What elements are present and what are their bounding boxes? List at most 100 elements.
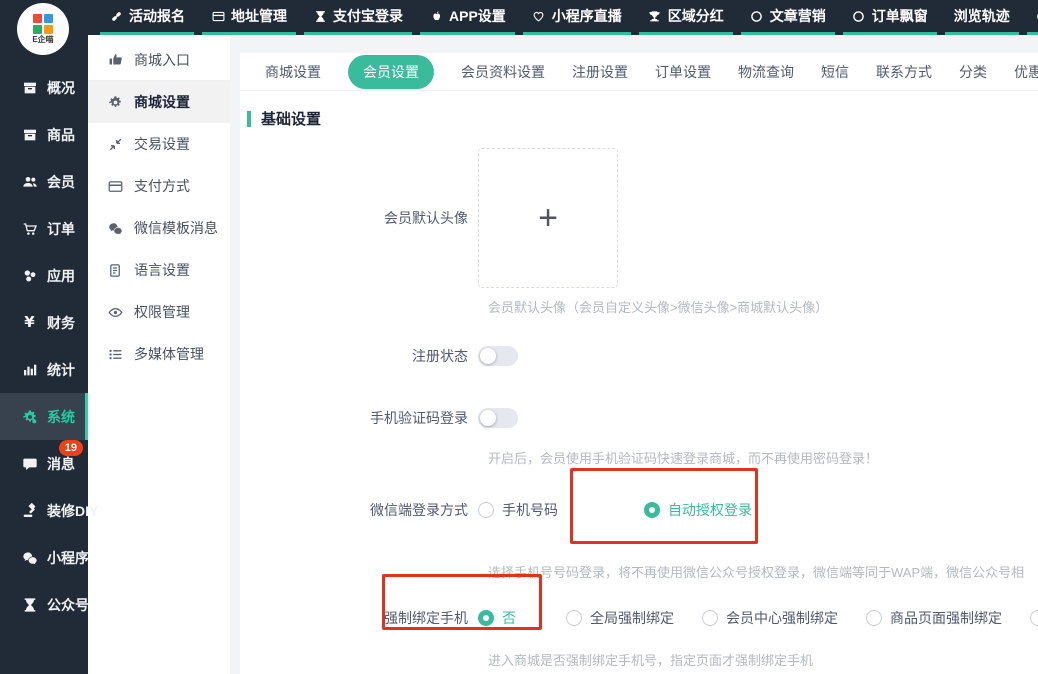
radio-phone-number[interactable]: 手机号码 xyxy=(478,500,558,520)
wechat-icon xyxy=(21,549,38,566)
subnav-item-label: 商城设置 xyxy=(134,92,190,112)
brand-logo-mark-icon xyxy=(33,14,53,34)
topnav-item-label: 文章营销 xyxy=(770,6,826,26)
topnav-item-alipay-login[interactable]: 支付宝登录 xyxy=(304,0,412,35)
form-row-force-bind-phone: 强制绑定手机 否 全局强制绑定 会员中心强制绑定 商品页面强制绑定 xyxy=(240,608,1038,628)
credit-card-icon xyxy=(107,178,123,194)
field-label: 强制绑定手机 xyxy=(240,608,478,628)
topnav-item-address-manage[interactable]: 地址管理 xyxy=(202,0,296,35)
circle-icon xyxy=(852,9,866,23)
sidebar-item-mini-program[interactable]: 小程序 xyxy=(0,534,88,581)
sidebar-item-orders[interactable]: 订单 xyxy=(0,205,88,252)
topnav-item-label: 区域分红 xyxy=(668,6,724,26)
sidebar-item-messages[interactable]: 消息 19 xyxy=(0,440,88,487)
tab-coupon[interactable]: 优惠券 xyxy=(1014,62,1038,82)
subnav-item-permission-manage[interactable]: 权限管理 xyxy=(88,291,230,333)
gear-icon xyxy=(107,94,123,110)
brand-logo[interactable]: E企喵 xyxy=(17,3,69,55)
archive-icon xyxy=(21,79,38,96)
subnav-item-label: 微信模板消息 xyxy=(134,218,218,238)
tab-register-settings[interactable]: 注册设置 xyxy=(572,62,628,82)
hourglass-icon xyxy=(21,596,38,613)
sidebar-item-label: 会员 xyxy=(47,172,75,192)
tab-logistics-query[interactable]: 物流查询 xyxy=(738,62,794,82)
radio-selected-icon xyxy=(644,502,660,518)
subnav-item-media-manage[interactable]: 多媒体管理 xyxy=(88,333,230,375)
subnav-item-mall-entry[interactable]: 商城入口 xyxy=(88,39,230,81)
hourglass-icon xyxy=(313,9,327,23)
sidebar-item-overview[interactable]: 概况 xyxy=(0,64,88,111)
sidebar-item-statistics[interactable]: 统计 xyxy=(0,346,88,393)
link-icon xyxy=(109,9,123,23)
radio-icon xyxy=(478,502,494,518)
radio-member-center-force-bind[interactable]: 会员中心强制绑定 xyxy=(702,608,838,628)
topnav-item-early-checkin[interactable]: 早起打卡 xyxy=(1027,0,1038,35)
sidebar-item-label: 商品 xyxy=(47,125,75,145)
tab-order-settings[interactable]: 订单设置 xyxy=(655,62,711,82)
unread-count-badge: 19 xyxy=(59,440,83,456)
radio-promotion-force-bind[interactable]: 推广 xyxy=(1030,608,1038,628)
users-icon xyxy=(21,173,38,190)
subnav-item-language-settings[interactable]: 语言设置 xyxy=(88,249,230,291)
sidebar-item-decorate-diy[interactable]: 装修DIY xyxy=(0,487,88,534)
sidebar-item-label: 统计 xyxy=(47,360,75,380)
topnav-item-order-popup[interactable]: 订单飘窗 xyxy=(843,0,937,35)
heart-icon xyxy=(532,9,546,23)
sidebar-item-label: 概况 xyxy=(47,78,75,98)
top-nav-bar: 活动报名 地址管理 支付宝登录 APP设置 小程序直播 区域分红 文章营销 订单… xyxy=(88,0,1038,35)
avatar-upload-box[interactable]: + xyxy=(478,148,618,288)
subnav-item-trade-settings[interactable]: 交易设置 xyxy=(88,123,230,165)
subnav-item-wechat-template-msg[interactable]: 微信模板消息 xyxy=(88,207,230,249)
radio-no[interactable]: 否 xyxy=(478,608,516,628)
cubes-icon xyxy=(21,267,38,284)
sms-login-toggle[interactable] xyxy=(478,408,518,428)
trophy-icon xyxy=(648,9,662,23)
content-card: 商城设置 会员设置 会员资料设置 注册设置 订单设置 物流查询 短信 联系方式 … xyxy=(240,53,1038,674)
avatar-hint: 会员默认头像（会员自定义头像>微信头像>商城默认头像） xyxy=(488,297,1038,316)
topnav-item-label: 浏览轨迹 xyxy=(954,6,1010,26)
eye-icon xyxy=(107,304,123,320)
topnav-item-miniprogram-live[interactable]: 小程序直播 xyxy=(523,0,631,35)
gear-icon xyxy=(21,408,38,425)
sidebar-item-apps[interactable]: 应用 xyxy=(0,252,88,299)
subnav-item-label: 语言设置 xyxy=(134,260,190,280)
topnav-item-region-dividend[interactable]: 区域分红 xyxy=(639,0,733,35)
subnav-item-mall-settings[interactable]: 商城设置 xyxy=(88,81,230,123)
radio-product-page-force-bind[interactable]: 商品页面强制绑定 xyxy=(866,608,1002,628)
section-accent-bar xyxy=(247,111,251,127)
tab-contact[interactable]: 联系方式 xyxy=(876,62,932,82)
tab-member-profile-settings[interactable]: 会员资料设置 xyxy=(461,62,545,82)
sidebar-item-products[interactable]: 商品 xyxy=(0,111,88,158)
force-bind-hint: 进入商城是否强制绑定手机号，指定页面才强制绑定手机 xyxy=(488,650,1038,669)
secondary-sidebar: 商城入口 商城设置 交易设置 支付方式 微信模板消息 语言设置 权限管理 多媒体… xyxy=(88,35,230,674)
radio-global-force-bind[interactable]: 全局强制绑定 xyxy=(566,608,674,628)
sidebar-item-label: 装修DIY xyxy=(47,501,98,521)
tab-category[interactable]: 分类 xyxy=(959,62,987,82)
topnav-item-activity-signup[interactable]: 活动报名 xyxy=(100,0,194,35)
sidebar-item-finance[interactable]: ¥ 财务 xyxy=(0,299,88,346)
subnav-item-label: 商城入口 xyxy=(134,50,190,70)
field-label: 会员默认头像 xyxy=(240,208,478,228)
sidebar-item-members[interactable]: 会员 xyxy=(0,158,88,205)
form-row-sms-login: 手机验证码登录 xyxy=(240,408,1038,428)
sidebar-item-system[interactable]: 系统 xyxy=(0,393,88,440)
field-label: 手机验证码登录 xyxy=(240,408,478,428)
topnav-item-browse-track[interactable]: 浏览轨迹 xyxy=(945,0,1019,35)
register-status-toggle[interactable] xyxy=(478,346,518,366)
form-row-wechat-login-mode: 微信端登录方式 手机号码 自动授权登录 xyxy=(240,500,1038,520)
topnav-item-app-settings[interactable]: APP设置 xyxy=(420,0,515,35)
tab-member-settings[interactable]: 会员设置 xyxy=(348,55,434,89)
radio-auto-auth-login[interactable]: 自动授权登录 xyxy=(644,500,752,520)
bar-chart-icon xyxy=(21,361,38,378)
hammer-icon xyxy=(21,502,38,519)
tab-mall-settings[interactable]: 商城设置 xyxy=(265,62,321,82)
main-area: 商城设置 会员设置 会员资料设置 注册设置 订单设置 物流查询 短信 联系方式 … xyxy=(230,35,1038,674)
archive-icon xyxy=(21,126,38,143)
field-label: 注册状态 xyxy=(240,346,478,366)
message-icon xyxy=(21,455,38,472)
tab-sms[interactable]: 短信 xyxy=(821,62,849,82)
subnav-item-payment-methods[interactable]: 支付方式 xyxy=(88,165,230,207)
topnav-item-article-marketing[interactable]: 文章营销 xyxy=(741,0,835,35)
sidebar-item-official-account[interactable]: 公众号 xyxy=(0,581,88,628)
brand-logo-text: E企喵 xyxy=(32,35,53,44)
